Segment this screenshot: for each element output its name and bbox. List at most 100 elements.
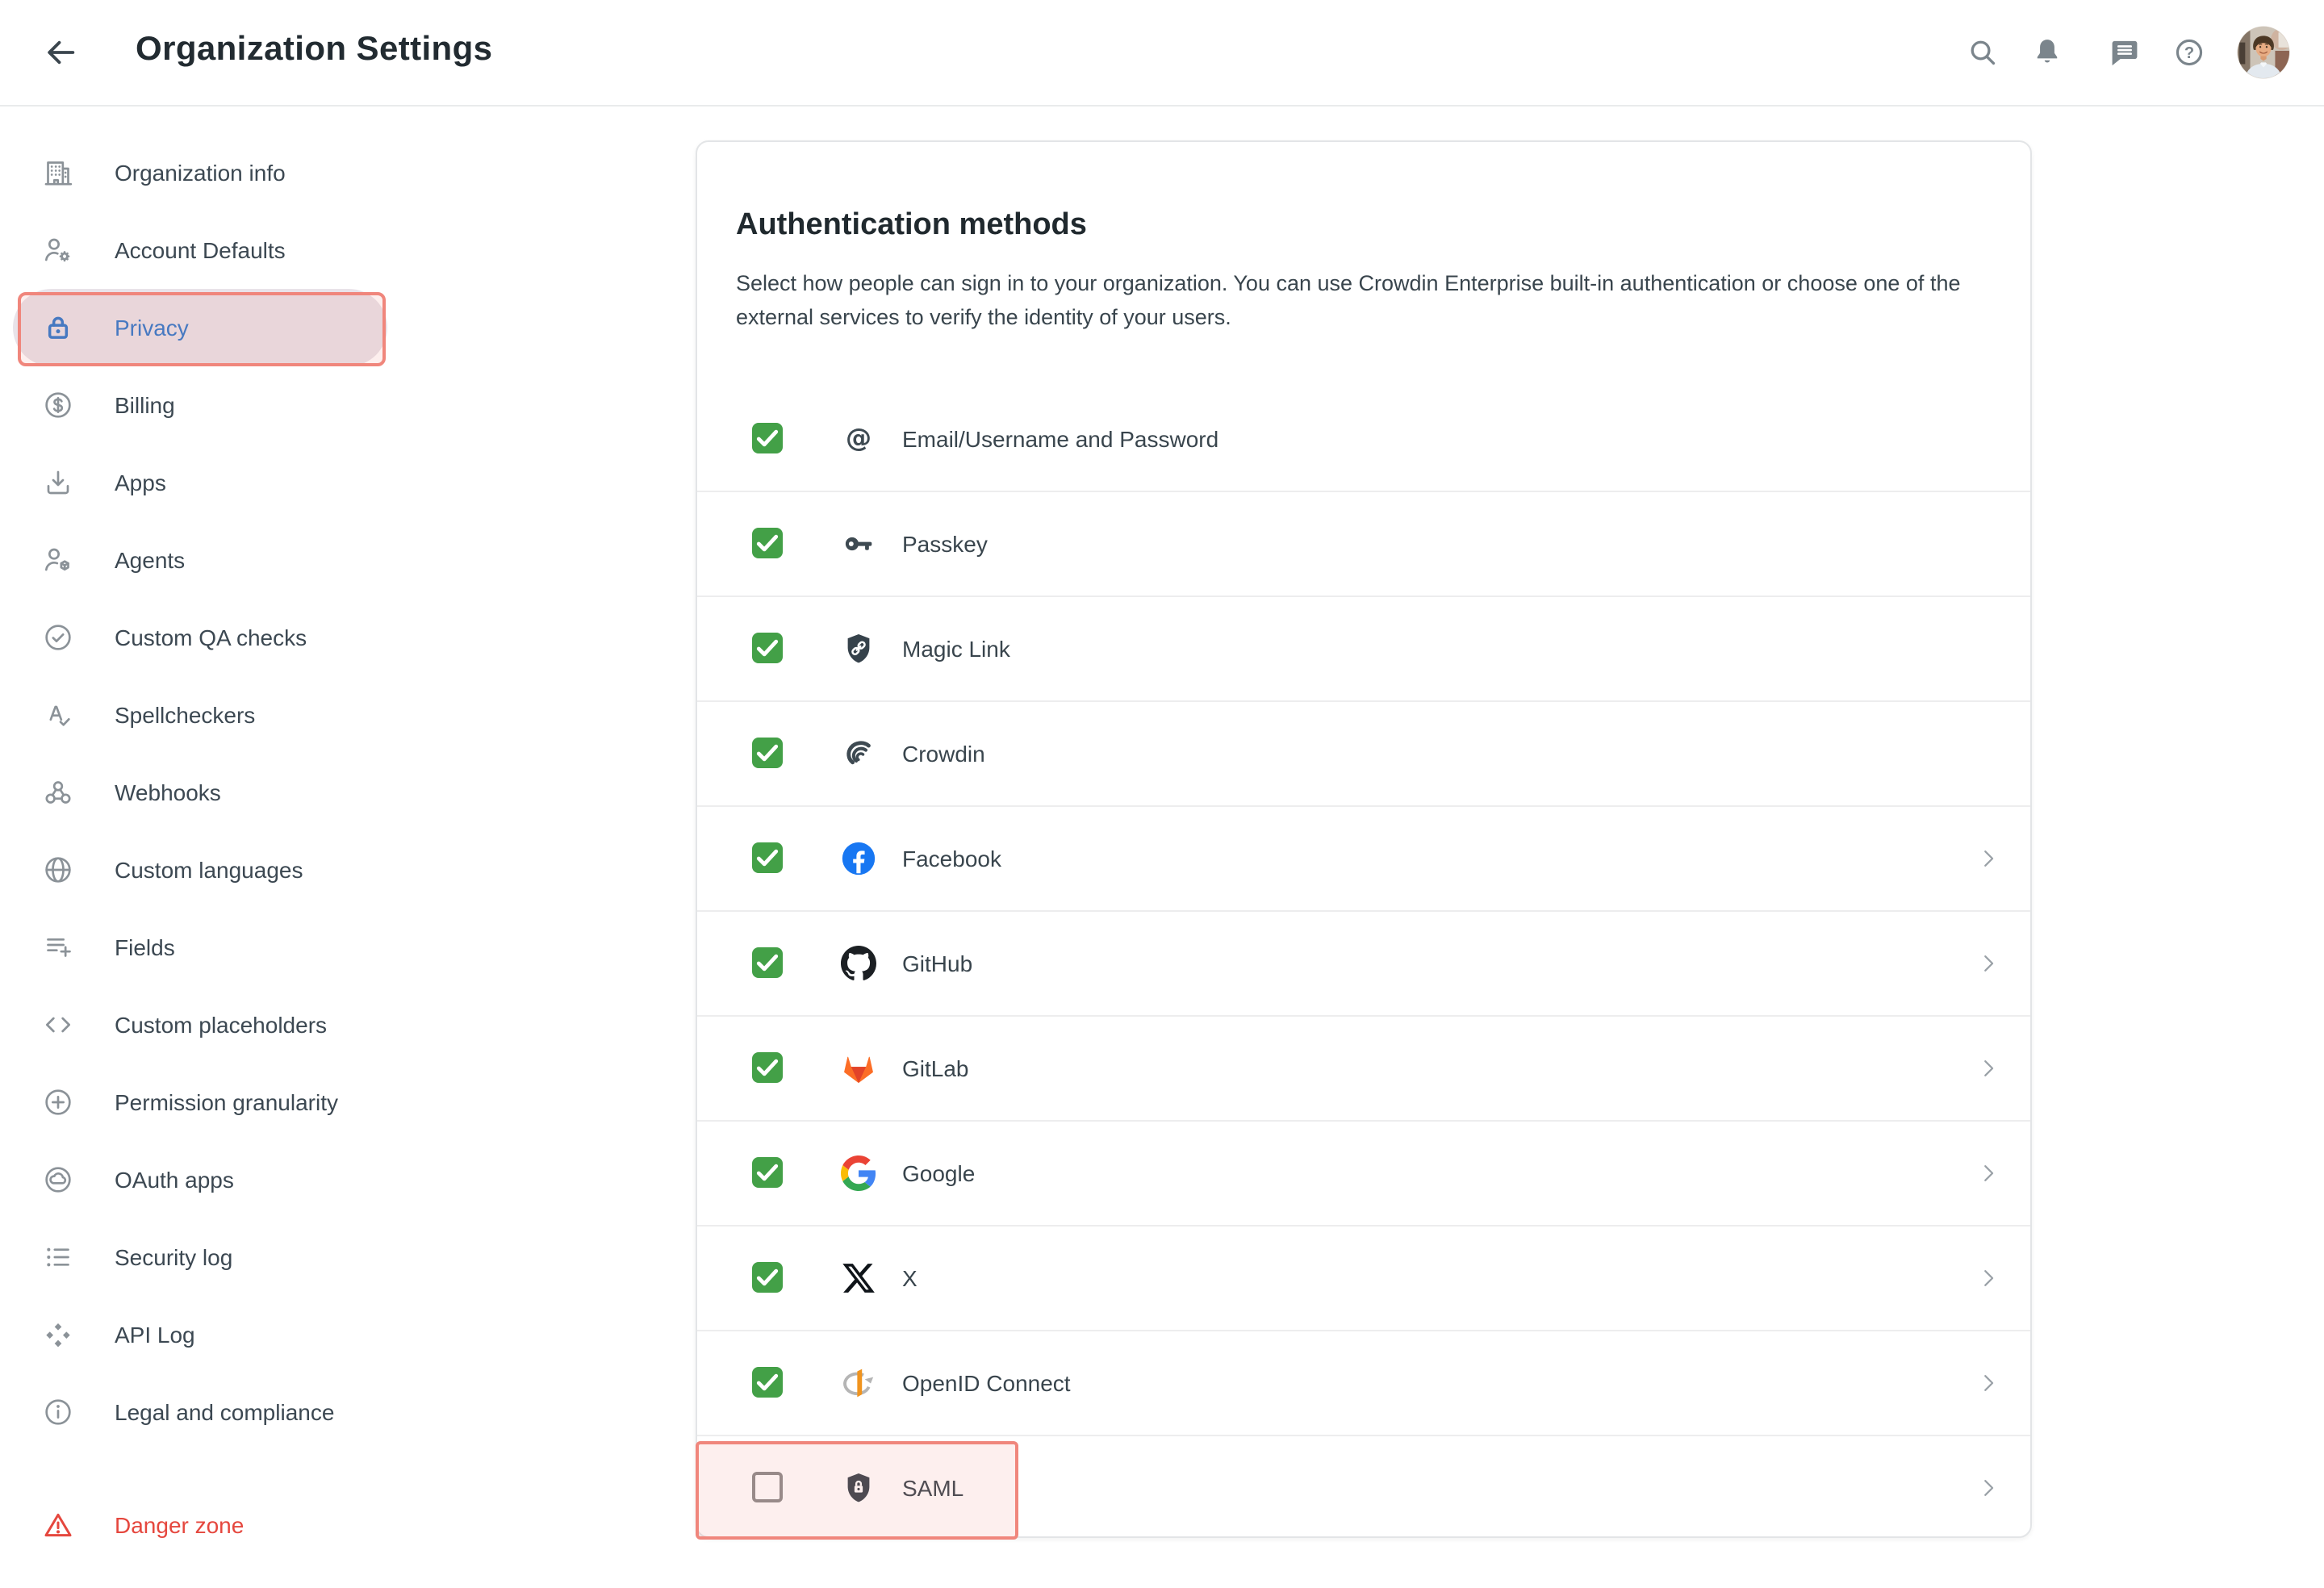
- chevron-right-icon[interactable]: [1975, 1265, 2001, 1291]
- chevron-right-icon[interactable]: [1975, 1055, 2001, 1081]
- auth-method-label: Crowdin: [902, 741, 985, 767]
- sidebar-item-danger-zone[interactable]: Danger zone: [13, 1486, 387, 1564]
- sidebar-item-billing[interactable]: Billing: [13, 366, 387, 444]
- sidebar-item-label: Organization info: [115, 160, 286, 186]
- chevron-right-icon[interactable]: [1975, 1160, 2001, 1186]
- sidebar-item-webhooks[interactable]: Webhooks: [13, 754, 387, 831]
- help-icon[interactable]: ?: [2172, 36, 2206, 69]
- webhook-icon: [42, 776, 74, 809]
- warning-triangle-icon: [42, 1509, 74, 1541]
- checkbox-github[interactable]: [752, 947, 783, 978]
- sidebar-item-spellcheckers[interactable]: Spellcheckers: [13, 676, 387, 754]
- checkbox-email-username-password[interactable]: [752, 422, 783, 453]
- google-icon: [841, 1155, 876, 1191]
- authentication-methods-card: Authentication methods Select how people…: [696, 140, 2032, 1538]
- shield-link-icon: [841, 631, 876, 667]
- sidebar-item-oauth-apps[interactable]: OAuth apps: [13, 1141, 387, 1218]
- sidebar-item-account-defaults[interactable]: Account Defaults: [13, 211, 387, 289]
- auth-method-label: Email/Username and Password: [902, 425, 1218, 451]
- sidebar-item-privacy[interactable]: Privacy: [13, 289, 387, 366]
- user-gear-icon: [42, 234, 74, 266]
- sidebar-item-label: Custom QA checks: [115, 625, 307, 650]
- chevron-right-icon[interactable]: [1975, 846, 2001, 871]
- auth-method-row-crowdin: Crowdin: [697, 700, 2030, 805]
- notifications-icon[interactable]: [2030, 36, 2064, 69]
- sidebar-item-custom-qa-checks[interactable]: Custom QA checks: [13, 599, 387, 676]
- gitlab-icon: [841, 1051, 876, 1086]
- auth-method-label: SAML: [902, 1475, 963, 1501]
- x-icon: [841, 1260, 876, 1296]
- plus-circle-icon: [42, 1086, 74, 1118]
- chevron-right-icon[interactable]: [1975, 1475, 2001, 1501]
- checkbox-crowdin[interactable]: [752, 738, 783, 768]
- checkbox-facebook[interactable]: [752, 842, 783, 873]
- card-description: Select how people can sign in to your or…: [736, 265, 1982, 333]
- auth-method-label: GitLab: [902, 1055, 969, 1081]
- check-circle-icon: [42, 621, 74, 654]
- sidebar-item-custom-languages[interactable]: Custom languages: [13, 831, 387, 909]
- globe-icon: [42, 854, 74, 886]
- card-title: Authentication methods: [736, 208, 1087, 244]
- dollar-circle-icon: [42, 389, 74, 421]
- svg-text:@: @: [846, 422, 872, 453]
- auth-method-label: OpenID Connect: [902, 1370, 1071, 1396]
- messages-icon[interactable]: [2108, 36, 2142, 69]
- sidebar-item-label: Billing: [115, 392, 175, 418]
- sidebar-item-label: Security log: [115, 1244, 232, 1270]
- info-circle-icon: [42, 1396, 74, 1428]
- openid-icon: [841, 1365, 876, 1401]
- sidebar-item-agents[interactable]: Agents: [13, 521, 387, 599]
- sidebar-item-apps[interactable]: Apps: [13, 444, 387, 521]
- facebook-icon: [841, 841, 876, 876]
- auth-method-label: Google: [902, 1160, 975, 1186]
- sidebar-item-fields[interactable]: Fields: [13, 909, 387, 986]
- checkbox-openid-connect[interactable]: [752, 1367, 783, 1398]
- organization-settings-page: Organization Settings ? Organization inf…: [0, 0, 2324, 1588]
- sidebar-item-label: Apps: [115, 470, 166, 495]
- download-icon: [42, 466, 74, 499]
- auth-method-row-openid-connect[interactable]: OpenID Connect: [697, 1330, 2030, 1435]
- sidebar-item-label: Danger zone: [115, 1512, 244, 1538]
- auth-method-row-facebook[interactable]: Facebook: [697, 805, 2030, 910]
- auth-method-label: GitHub: [902, 951, 972, 976]
- building-icon: [42, 157, 74, 189]
- checkbox-passkey[interactable]: [752, 528, 783, 558]
- user-avatar[interactable]: [2237, 26, 2290, 79]
- top-bar: Organization Settings ?: [0, 0, 2324, 107]
- auth-method-row-github[interactable]: GitHub: [697, 910, 2030, 1015]
- auth-method-label: Magic Link: [902, 636, 1010, 662]
- spellcheck-icon: [42, 699, 74, 731]
- auth-method-row-google[interactable]: Google: [697, 1120, 2030, 1225]
- sidebar-item-permission-granularity[interactable]: Permission granularity: [13, 1064, 387, 1141]
- page-title: Organization Settings: [136, 31, 492, 69]
- diamonds-icon: [42, 1318, 74, 1351]
- chevron-right-icon[interactable]: [1975, 951, 2001, 976]
- checkbox-gitlab[interactable]: [752, 1052, 783, 1083]
- sidebar-item-label: Agents: [115, 547, 185, 573]
- sidebar-item-organization-info[interactable]: Organization info: [13, 134, 387, 211]
- list-bullets-icon: [42, 1241, 74, 1273]
- search-icon[interactable]: [1966, 36, 2000, 69]
- cloud-circle-icon: [42, 1164, 74, 1196]
- auth-method-row-x[interactable]: X: [697, 1225, 2030, 1330]
- sidebar-item-label: Account Defaults: [115, 237, 286, 263]
- back-button[interactable]: [42, 34, 79, 71]
- sidebar-item-label: Legal and compliance: [115, 1399, 334, 1425]
- sidebar-item-custom-placeholders[interactable]: Custom placeholders: [13, 986, 387, 1064]
- auth-method-row-saml[interactable]: SAML: [697, 1435, 2030, 1540]
- sidebar-item-label: Privacy: [115, 315, 189, 341]
- auth-method-label: X: [902, 1265, 917, 1291]
- sidebar-item-legal-and-compliance[interactable]: Legal and compliance: [13, 1373, 387, 1451]
- checkbox-saml[interactable]: [752, 1472, 783, 1502]
- auth-method-row-gitlab[interactable]: GitLab: [697, 1015, 2030, 1120]
- checkbox-magic-link[interactable]: [752, 633, 783, 663]
- checkbox-google[interactable]: [752, 1157, 783, 1188]
- sidebar-item-label: Custom placeholders: [115, 1012, 327, 1038]
- chevron-right-icon[interactable]: [1975, 1370, 2001, 1396]
- checkbox-x[interactable]: [752, 1262, 783, 1293]
- lock-icon: [42, 311, 74, 344]
- playlist-add-icon: [42, 931, 74, 963]
- auth-method-row-email-username-password: @ Email/Username and Password: [697, 386, 2030, 491]
- sidebar-item-api-log[interactable]: API Log: [13, 1296, 387, 1373]
- sidebar-item-security-log[interactable]: Security log: [13, 1218, 387, 1296]
